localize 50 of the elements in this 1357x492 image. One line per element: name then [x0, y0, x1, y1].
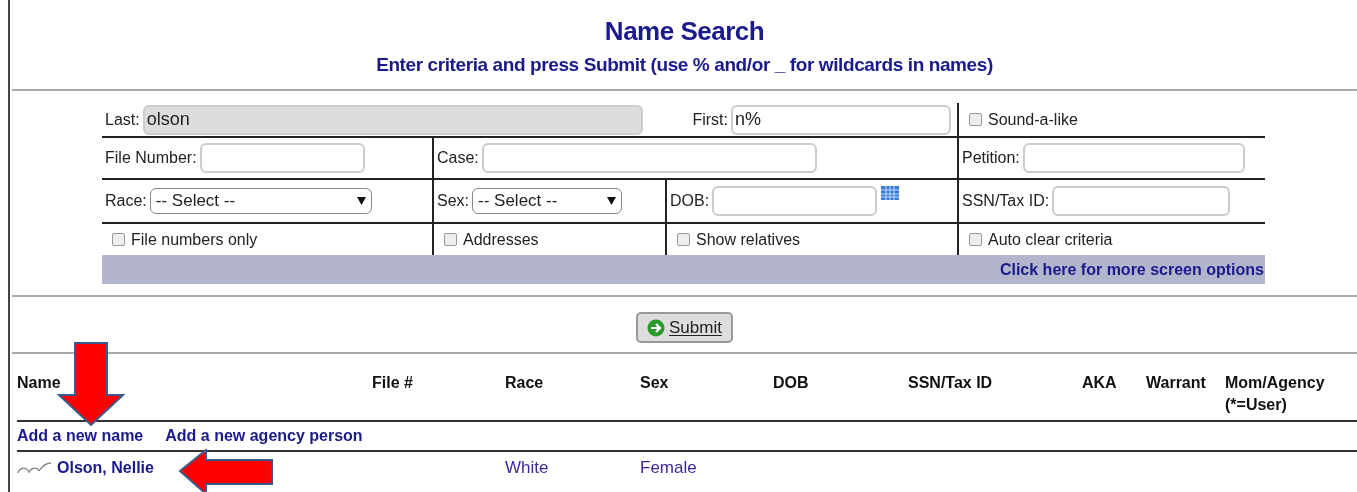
field-label: Auto clear criteria	[988, 229, 1113, 250]
field-label: DOB:	[670, 191, 710, 211]
select-dropdown[interactable]: -- Select --	[472, 188, 622, 214]
field-label: Show relatives	[696, 229, 801, 250]
field-label: File Number:	[105, 148, 197, 168]
column-header: SSN/Tax ID	[908, 373, 993, 393]
caret-icon	[356, 197, 366, 205]
column-header: Warrant	[1146, 373, 1206, 393]
field-label: Race:	[105, 191, 147, 211]
checkbox[interactable]	[444, 233, 457, 246]
name-link[interactable]: Olson, Nellie	[57, 456, 154, 480]
table-cell: Female	[640, 458, 697, 478]
column-header: Mom/Agency (*=User)	[1225, 373, 1326, 415]
checkbox[interactable]	[112, 233, 125, 246]
column-header: File #	[372, 373, 413, 393]
input-field[interactable]	[1022, 143, 1245, 173]
field-label: Sound-a-like	[988, 109, 1078, 130]
submit-button[interactable]: Submit	[636, 312, 733, 343]
column-header: Race	[505, 373, 544, 393]
checkbox[interactable]	[677, 233, 690, 246]
action-link[interactable]: Add a new name	[17, 424, 144, 448]
field-label: File numbers only	[131, 229, 258, 250]
page-title: Name Search	[604, 15, 765, 47]
action-link[interactable]: Add a new agency person	[165, 424, 363, 448]
checkbox[interactable]	[969, 233, 982, 246]
arrow-right-icon	[647, 318, 666, 337]
field-label: Case:	[437, 148, 479, 168]
column-header: Sex	[640, 373, 669, 393]
input-field[interactable]	[712, 186, 878, 216]
input-field[interactable]: n%	[731, 104, 951, 135]
input-field[interactable]	[481, 143, 817, 173]
column-header: DOB	[773, 373, 809, 393]
calendar-icon[interactable]	[880, 184, 901, 202]
field-label: First:	[692, 109, 728, 130]
select-dropdown[interactable]: -- Select --	[149, 188, 372, 214]
checkbox[interactable]	[969, 113, 982, 126]
caret-icon	[607, 197, 616, 205]
input-field[interactable]	[199, 143, 365, 173]
field-label: Last:	[105, 109, 140, 130]
input-field[interactable]	[1052, 186, 1231, 216]
page-subtitle: Enter criteria and press Submit (use % and/or _ for wildcards in names)	[376, 53, 993, 77]
column-header: AKA	[1082, 373, 1117, 393]
column-header: Name	[17, 373, 61, 393]
field-label: Addresses	[463, 229, 539, 250]
field-label: SSN/Tax ID:	[962, 191, 1050, 211]
field-label: Sex:	[437, 191, 469, 211]
field-label: Petition:	[962, 148, 1020, 168]
input-field[interactable]: olson	[142, 104, 643, 135]
more-options-link[interactable]: Click here for more screen options	[999, 257, 1265, 282]
table-cell: White	[505, 458, 549, 478]
